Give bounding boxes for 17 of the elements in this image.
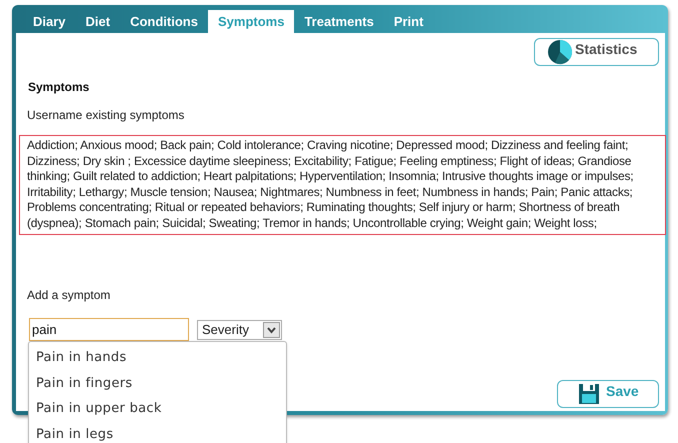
pie-chart-icon bbox=[547, 39, 573, 65]
statistics-button[interactable]: Statistics bbox=[534, 38, 659, 66]
add-symptom-label: Add a symptom bbox=[27, 287, 110, 304]
suggestion-item[interactable]: Pain in hands bbox=[29, 347, 286, 372]
tab[interactable]: Conditions bbox=[120, 10, 208, 33]
chevron-down-icon bbox=[263, 322, 280, 338]
tab[interactable]: Treatments bbox=[294, 10, 384, 33]
existing-symptoms-list: Addiction; Anxious mood; Back pain; Cold intolerance; Craving nicotine; Depressed mood; Dizziness and feeling faint; Dizziness; Dry skin ; Excessice daytime sleepiness; Excitability; Fatigue; Feeling emptiness; Flight of ideas; Grandiose thinking; Guilt related to addiction; Heart palpitations; Hyperventilation; Insomnia; Intrusive thoughts image or impulses; Irritability; Lethargy; Muscle tension; Nausea; Nightmares; Numbness in feet; Numbness in hands; Pain; Panic attacks; Problems concentrating; Ritual or repeated behaviors; Ruminating thoughts; Self injury or harm; Shortness of breath (dyspnea); Stomach pain; Suicidal; Sweating; Tremor in hands; Uncontrollable crying; Weight gain; Weight loss; bbox=[19, 135, 666, 235]
section-heading: Symptoms bbox=[28, 79, 90, 96]
suggestion-item[interactable]: Pain in fingers bbox=[29, 372, 286, 398]
existing-symptoms-label: Username existing symptoms bbox=[27, 107, 184, 124]
severity-select[interactable]: Severity bbox=[197, 320, 282, 340]
suggestion-item[interactable]: Pain in legs bbox=[29, 424, 286, 443]
tab[interactable]: Diary bbox=[23, 10, 76, 33]
suggestion-item[interactable]: Pain in upper back bbox=[29, 398, 286, 424]
symptom-input-field[interactable]: pain bbox=[29, 318, 189, 341]
tab[interactable]: Diet bbox=[76, 10, 120, 33]
